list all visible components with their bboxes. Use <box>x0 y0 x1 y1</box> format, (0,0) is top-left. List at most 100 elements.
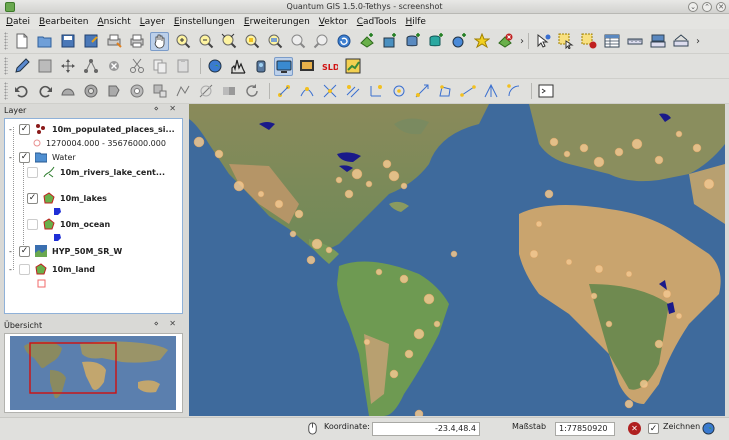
simplify-feature-button[interactable] <box>58 82 77 101</box>
deselect-features-button[interactable] <box>579 32 598 51</box>
layer-visibility-checkbox[interactable]: ✓ <box>27 192 38 204</box>
add-ring-button[interactable] <box>81 82 100 101</box>
georeferencer-button[interactable] <box>205 57 224 76</box>
group-visibility-checkbox[interactable]: ✓ <box>19 151 30 163</box>
gps-tools-button[interactable] <box>251 57 270 76</box>
merge-features-button[interactable] <box>219 82 238 101</box>
python-console-button[interactable] <box>536 82 555 101</box>
identify-features-button[interactable] <box>533 32 552 51</box>
sld-button[interactable]: SLD <box>320 57 339 76</box>
overview-map[interactable] <box>10 336 176 410</box>
new-project-button[interactable] <box>12 32 31 51</box>
cad-tool-5-button[interactable] <box>366 82 385 101</box>
cut-features-button[interactable] <box>127 57 146 76</box>
slideshow-button[interactable] <box>297 57 316 76</box>
reshape-features-button[interactable] <box>173 82 192 101</box>
delete-ring-button[interactable] <box>127 82 146 101</box>
cad-tool-8-button[interactable] <box>435 82 454 101</box>
layer-row[interactable]: - 10m_land <box>9 262 95 276</box>
menu-cadtools[interactable]: CadTools <box>357 17 397 27</box>
layers-tree[interactable]: - ✓ 10m_populated_places_si... 1270004.0… <box>4 118 183 314</box>
toolbar-grip[interactable] <box>4 82 8 100</box>
maximize-button[interactable]: ⌃ <box>702 2 712 12</box>
render-checkbox[interactable]: ✓ <box>648 423 659 434</box>
menu-bearbeiten[interactable]: Bearbeiten <box>39 17 88 27</box>
minimize-button[interactable]: ⌄ <box>688 2 698 12</box>
toggle-editing-button[interactable] <box>12 57 31 76</box>
toolbar-grip[interactable] <box>4 57 8 75</box>
menu-erweiterungen[interactable]: Erweiterungen <box>244 17 310 27</box>
layer-row[interactable]: ✓ 10m_lakes <box>27 191 107 205</box>
rotate-point-symbols-button[interactable] <box>242 82 261 101</box>
layers-panel-controls[interactable]: ⋄ ✕ <box>154 104 180 113</box>
add-postgis-layer-button[interactable] <box>403 32 422 51</box>
coordinate-field[interactable]: -23.4,48.4 <box>372 422 480 436</box>
add-part-button[interactable] <box>104 82 123 101</box>
refresh-button[interactable] <box>334 32 353 51</box>
pan-button[interactable] <box>150 31 169 51</box>
select-features-button[interactable] <box>556 32 575 51</box>
print-button[interactable] <box>127 32 146 51</box>
collapse-toggle[interactable]: - <box>9 153 19 162</box>
zoom-full-button[interactable] <box>219 32 238 51</box>
zoom-to-layer-button[interactable] <box>265 32 284 51</box>
zoom-next-button[interactable] <box>311 32 330 51</box>
rendering-toggle-button[interactable] <box>274 56 293 76</box>
paste-features-button[interactable] <box>173 57 192 76</box>
undo-button[interactable] <box>12 82 31 101</box>
layer-row[interactable]: 10m_rivers_lake_cent... <box>27 165 165 179</box>
menu-layer[interactable]: Layer <box>140 17 165 27</box>
save-edits-button[interactable] <box>35 57 54 76</box>
stop-rendering-icon[interactable]: ✕ <box>628 422 641 435</box>
menu-datei[interactable]: Datei <box>6 17 30 27</box>
collapse-toggle[interactable]: - <box>9 125 19 134</box>
move-feature-button[interactable] <box>58 57 77 76</box>
cad-tool-4-button[interactable] <box>343 82 362 101</box>
layer-visibility-checkbox[interactable]: ✓ <box>19 245 30 257</box>
layer-visibility-checkbox[interactable] <box>27 218 38 230</box>
overview-panel-controls[interactable]: ⋄ ✕ <box>154 319 180 328</box>
menu-einstellungen[interactable]: Einstellungen <box>174 17 235 27</box>
cad-tool-10-button[interactable] <box>481 82 500 101</box>
remove-layer-button[interactable] <box>495 32 514 51</box>
cad-tool-2-button[interactable] <box>297 82 316 101</box>
node-tool-button[interactable] <box>81 57 100 76</box>
layer-visibility-checkbox[interactable]: ✓ <box>19 123 30 135</box>
add-vector-layer-button[interactable] <box>357 32 376 51</box>
zoom-in-button[interactable] <box>173 32 192 51</box>
cad-tool-9-button[interactable] <box>458 82 477 101</box>
add-wms-layer-button[interactable] <box>449 32 468 51</box>
zoom-out-button[interactable] <box>196 32 215 51</box>
menu-vektor[interactable]: Vektor <box>319 17 348 27</box>
zoom-last-button[interactable] <box>288 32 307 51</box>
add-spatialite-layer-button[interactable] <box>426 32 445 51</box>
measure-line-button[interactable] <box>625 32 644 51</box>
save-as-button[interactable] <box>81 32 100 51</box>
osm-plugin-button[interactable] <box>343 57 362 76</box>
toolbar-grip[interactable] <box>4 32 8 50</box>
close-button[interactable]: ✕ <box>716 2 726 12</box>
cad-tool-11-button[interactable] <box>504 82 523 101</box>
layer-row[interactable]: - ✓ HYP_50M_SR_W <box>9 244 122 258</box>
cad-tool-3-button[interactable] <box>320 82 339 101</box>
layer-group-row[interactable]: - ✓ Water <box>9 150 76 164</box>
layer-visibility-checkbox[interactable] <box>27 166 38 178</box>
layer-visibility-checkbox[interactable] <box>19 263 30 275</box>
delete-part-button[interactable] <box>150 82 169 101</box>
scale-field[interactable]: 1:77850920 <box>555 422 615 436</box>
delete-selected-button[interactable] <box>104 57 123 76</box>
measure-area-button[interactable] <box>648 32 667 51</box>
mouse-coordinate-icon[interactable] <box>306 422 319 435</box>
measure-angle-button[interactable] <box>671 32 690 51</box>
open-attribute-table-button[interactable] <box>602 32 621 51</box>
layer-row[interactable]: - ✓ 10m_populated_places_si... <box>9 122 175 136</box>
toolbar-overflow-chevron-2[interactable]: › <box>696 36 700 47</box>
print-composer-button[interactable] <box>104 32 123 51</box>
add-raster-layer-button[interactable] <box>380 32 399 51</box>
menu-hilfe[interactable]: Hilfe <box>405 17 426 27</box>
cad-tool-6-button[interactable] <box>389 82 408 101</box>
redo-button[interactable] <box>35 82 54 101</box>
histogram-button[interactable] <box>228 57 247 76</box>
cad-tool-7-button[interactable] <box>412 82 431 101</box>
new-vector-layer-button[interactable] <box>472 32 491 51</box>
